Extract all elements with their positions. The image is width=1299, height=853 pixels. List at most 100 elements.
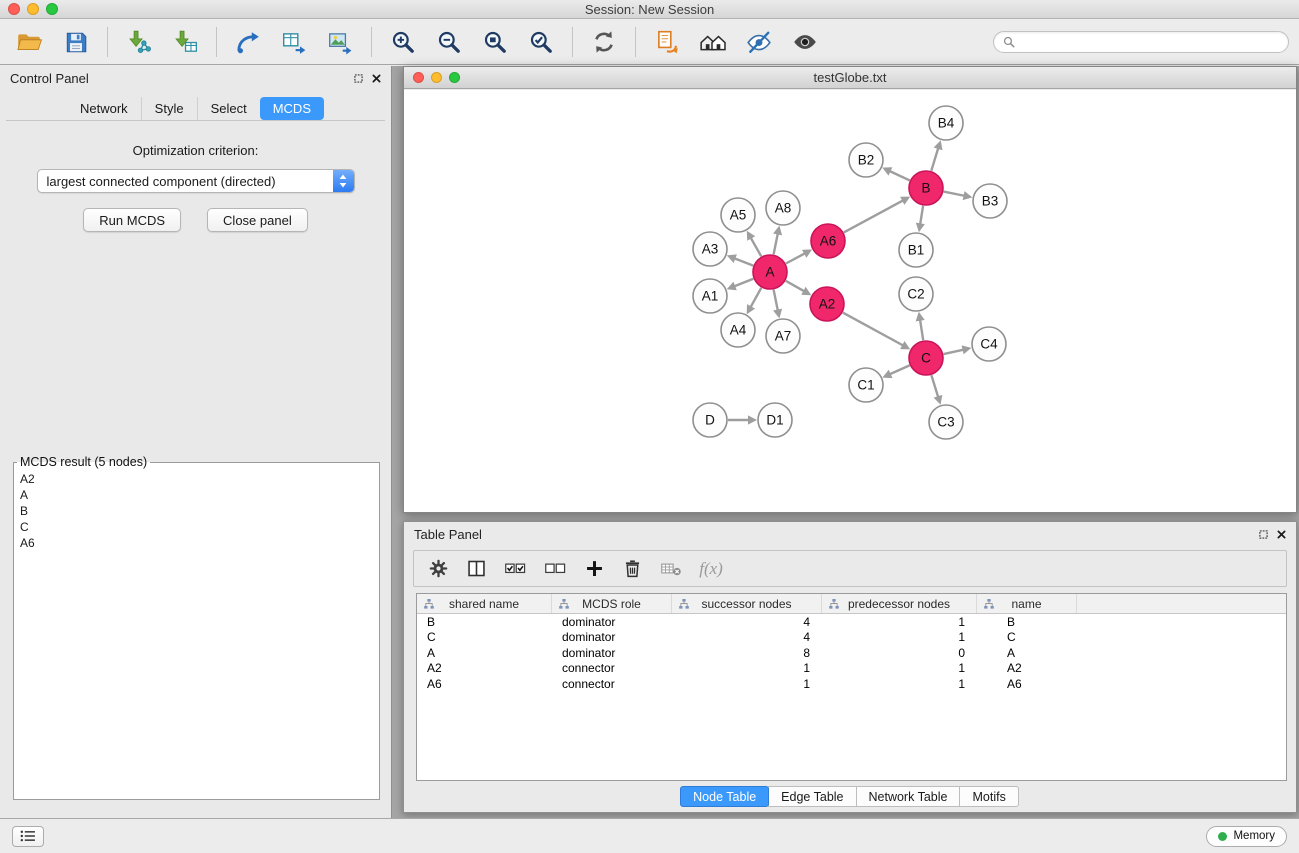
refresh-icon[interactable] xyxy=(584,23,624,61)
graph-node-B3[interactable]: B3 xyxy=(973,184,1007,218)
run-mcds-button[interactable]: Run MCDS xyxy=(83,208,181,232)
graph-node-C3[interactable]: C3 xyxy=(929,405,963,439)
table-row[interactable]: Cdominator41C xyxy=(417,630,1286,646)
graph-node-D[interactable]: D xyxy=(693,403,727,437)
fx-function-button[interactable]: f(x) xyxy=(699,559,723,579)
homes-icon[interactable] xyxy=(693,23,733,61)
import-network-file-icon[interactable] xyxy=(119,23,159,61)
table-delete-icon[interactable] xyxy=(660,558,683,579)
import-table-icon[interactable] xyxy=(274,23,314,61)
export-image-icon[interactable] xyxy=(320,23,360,61)
graph-node-B1[interactable]: B1 xyxy=(899,233,933,267)
table-row[interactable]: A6connector11A6 xyxy=(417,676,1286,692)
graph-edge-C-C2[interactable] xyxy=(916,312,925,340)
zoom-fit-icon[interactable] xyxy=(475,23,515,61)
zoom-network-window-button[interactable] xyxy=(449,72,460,83)
graph-node-C2[interactable]: C2 xyxy=(899,277,933,311)
graph-edge-B-B2[interactable] xyxy=(882,167,909,180)
graph-edge-A-A6[interactable] xyxy=(786,250,812,264)
graph-edge-B-B3[interactable] xyxy=(944,191,973,200)
column-header-MCDS-role[interactable]: MCDS role xyxy=(552,594,672,613)
table-column-icon[interactable] xyxy=(466,558,487,579)
graph-edge-A-A7[interactable] xyxy=(773,290,782,319)
graph-edge-A6-B[interactable] xyxy=(844,197,910,233)
plus-icon[interactable] xyxy=(584,558,605,579)
column-header-shared-name[interactable]: shared name xyxy=(417,594,552,613)
graph-node-A4[interactable]: A4 xyxy=(721,313,755,347)
float-panel-icon[interactable] xyxy=(354,74,363,83)
minimize-network-window-button[interactable] xyxy=(431,72,442,83)
table-row[interactable]: A2connector11A2 xyxy=(417,661,1286,677)
graph-node-B4[interactable]: B4 xyxy=(929,106,963,140)
graph-edge-A-A3[interactable] xyxy=(727,254,753,265)
eye-icon[interactable] xyxy=(785,23,825,61)
graph-node-C[interactable]: C xyxy=(909,341,943,375)
task-list-button[interactable] xyxy=(12,826,44,847)
mcds-result-item[interactable]: A6 xyxy=(20,535,373,551)
import-table-file-icon[interactable] xyxy=(165,23,205,61)
tab-style[interactable]: Style xyxy=(141,97,197,120)
tab-node-table[interactable]: Node Table xyxy=(680,786,769,807)
save-session-icon[interactable] xyxy=(56,23,96,61)
network-canvas[interactable]: B4 B2 B B3 A5 A8 A6 B1 A3 A C2 A1 A2 A4 A7 C4 C C1 C3 D D1 xyxy=(404,90,1296,512)
eye-pen-icon[interactable] xyxy=(739,23,779,61)
search-input[interactable] xyxy=(1020,35,1279,49)
check-all-icon[interactable] xyxy=(504,558,527,579)
mcds-result-item[interactable]: C xyxy=(20,519,373,535)
graph-edge-C-C3[interactable] xyxy=(931,375,942,405)
graph-node-A5[interactable]: A5 xyxy=(721,198,755,232)
open-session-icon[interactable] xyxy=(10,23,50,61)
table-row[interactable]: Bdominator41B xyxy=(417,614,1286,630)
graph-node-C4[interactable]: C4 xyxy=(972,327,1006,361)
criterion-dropdown[interactable]: largest connected component (directed) xyxy=(37,169,355,193)
close-table-panel-icon[interactable] xyxy=(1277,530,1286,539)
graph-node-C1[interactable]: C1 xyxy=(849,368,883,402)
graph-node-A8[interactable]: A8 xyxy=(766,191,800,225)
mcds-result-item[interactable]: A xyxy=(20,487,373,503)
memory-button[interactable]: Memory xyxy=(1206,826,1287,847)
gear-icon[interactable] xyxy=(428,558,449,579)
search-box[interactable] xyxy=(993,31,1289,53)
graph-edge-B-B4[interactable] xyxy=(931,140,942,171)
uncheck-all-icon[interactable] xyxy=(544,558,567,579)
graph-node-A1[interactable]: A1 xyxy=(693,279,727,313)
graph-node-D1[interactable]: D1 xyxy=(758,403,792,437)
column-header-predecessor-nodes[interactable]: predecessor nodes xyxy=(822,594,977,613)
tab-mcds[interactable]: MCDS xyxy=(260,97,324,120)
mcds-result-item[interactable]: B xyxy=(20,503,373,519)
mcds-result-item[interactable]: A2 xyxy=(20,471,373,487)
graph-node-A6[interactable]: A6 xyxy=(811,224,845,258)
tab-edge-table[interactable]: Edge Table xyxy=(768,786,856,807)
graph-edge-C-C4[interactable] xyxy=(944,345,972,354)
tab-motifs[interactable]: Motifs xyxy=(959,786,1018,807)
graph-node-B2[interactable]: B2 xyxy=(849,143,883,177)
graph-node-A2[interactable]: A2 xyxy=(810,287,844,321)
zoom-in-icon[interactable] xyxy=(383,23,423,61)
close-panel-button[interactable]: Close panel xyxy=(207,208,308,232)
import-network-icon[interactable] xyxy=(228,23,268,61)
graph-node-A3[interactable]: A3 xyxy=(693,232,727,266)
graph-edge-A-A5[interactable] xyxy=(747,231,761,257)
tab-network[interactable]: Network xyxy=(67,97,141,120)
tab-select[interactable]: Select xyxy=(197,97,260,120)
copy-document-icon[interactable] xyxy=(647,23,687,61)
graph-node-B[interactable]: B xyxy=(909,171,943,205)
graph-node-A7[interactable]: A7 xyxy=(766,319,800,353)
graph-edge-B-B1[interactable] xyxy=(916,206,925,232)
table-row[interactable]: Adominator80A xyxy=(417,645,1286,661)
trash-icon[interactable] xyxy=(622,558,643,579)
graph-node-A[interactable]: A xyxy=(753,255,787,289)
graph-edge-A-A2[interactable] xyxy=(786,281,812,295)
graph-edge-A-A4[interactable] xyxy=(747,288,762,314)
close-window-button[interactable] xyxy=(8,3,20,15)
column-header-successor-nodes[interactable]: successor nodes xyxy=(672,594,822,613)
float-table-panel-icon[interactable] xyxy=(1259,530,1268,539)
graph-edge-A-A1[interactable] xyxy=(727,279,754,291)
close-network-window-button[interactable] xyxy=(413,72,424,83)
column-header-name[interactable]: name xyxy=(977,594,1077,613)
tab-network-table[interactable]: Network Table xyxy=(856,786,961,807)
zoom-selected-icon[interactable] xyxy=(521,23,561,61)
graph-edge-A2-C[interactable] xyxy=(843,313,910,350)
network-graph[interactable]: B4 B2 B B3 A5 A8 A6 B1 A3 A C2 A1 A2 A4 A7 C4 C C1 C3 D D1 xyxy=(404,90,1296,512)
graph-edge-C-C1[interactable] xyxy=(882,365,909,378)
